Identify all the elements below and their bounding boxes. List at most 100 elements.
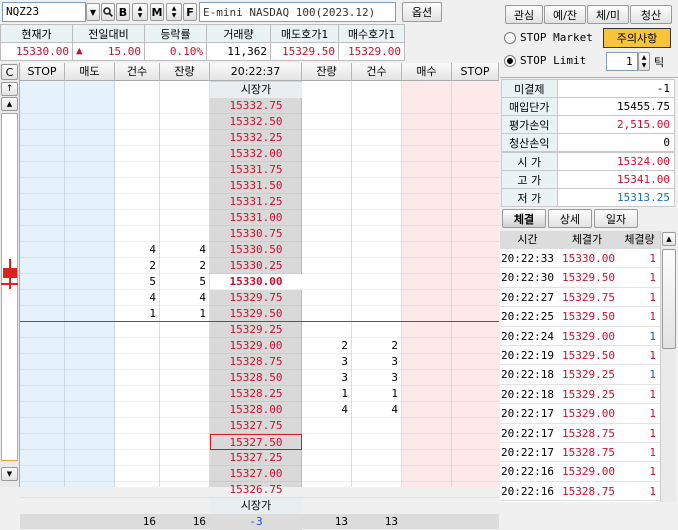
options-button[interactable]: 옵션 xyxy=(402,2,442,22)
ladder-price: 15332.25 xyxy=(229,131,283,144)
bid-qty: 3 xyxy=(341,355,348,368)
ask-count: 1 xyxy=(149,307,156,320)
trade-price: 15330.00 xyxy=(562,252,615,265)
ladder-price: 15331.25 xyxy=(229,195,283,208)
ohl-row: 저 가 15313.25 xyxy=(501,188,676,207)
corner-c-button[interactable]: C xyxy=(1,64,18,80)
m-button[interactable]: M xyxy=(150,3,164,21)
ladder-price-selected: 15327.50 xyxy=(210,434,302,450)
ladder-price: 15331.50 xyxy=(229,179,283,192)
ladder-price: 15327.75 xyxy=(229,419,283,432)
trade-row: 20:22:17 15328.75 1 xyxy=(500,443,660,463)
total-net: -3 xyxy=(210,514,302,530)
bid-count: 3 xyxy=(391,355,398,368)
total-ask-count: 16 xyxy=(142,515,156,528)
up-triangle-icon: ▲ xyxy=(76,44,83,57)
trade-qty: 1 xyxy=(649,426,656,440)
trade-qty: 1 xyxy=(649,368,656,382)
trade-tab-detail[interactable]: 상세 xyxy=(548,209,592,228)
current-price: 15330.00 xyxy=(0,42,73,61)
trade-time: 20:22:19 xyxy=(501,348,554,362)
sell-order-column[interactable] xyxy=(65,81,115,487)
trade-tab-fills[interactable]: 체결 xyxy=(502,209,546,228)
ladder-price: 15327.00 xyxy=(229,467,283,480)
stop-buy-column[interactable] xyxy=(452,81,499,487)
stop-limit-label: STOP Limit xyxy=(520,54,587,67)
trade-row: 20:22:16 15329.00 1 xyxy=(500,462,660,482)
header-stop-sell: STOP xyxy=(20,63,65,81)
symbol-input[interactable]: NQZ23 xyxy=(2,2,86,22)
total-ask-qty: 16 xyxy=(192,515,206,528)
ask-count: 2 xyxy=(149,259,156,272)
trade-header-qty: 체결량 xyxy=(619,231,660,249)
trade-time: 20:22:24 xyxy=(501,329,554,343)
trade-time: 20:22:25 xyxy=(501,310,554,324)
ladder-price: 15329.00 xyxy=(229,339,283,352)
ohl-label: 시 가 xyxy=(501,152,558,171)
trade-time: 20:22:17 xyxy=(501,426,554,440)
trade-price: 15329.25 xyxy=(562,368,615,382)
radio-stop-limit[interactable] xyxy=(504,55,516,67)
trade-qty: 1 xyxy=(649,348,656,362)
ladder-scrollbar[interactable]: C ↑ ▲ ▼ xyxy=(0,63,20,487)
search-button[interactable] xyxy=(101,3,115,21)
bid-count: 1 xyxy=(391,387,398,400)
scroll-down-button[interactable]: ▼ xyxy=(1,467,18,481)
stop-sell-column[interactable] xyxy=(20,81,65,487)
bid-count: 4 xyxy=(391,403,398,416)
buy-order-column[interactable] xyxy=(402,81,452,487)
trade-time: 20:22:27 xyxy=(501,290,554,304)
trade-qty: 1 xyxy=(649,407,656,421)
scroll-top-button[interactable]: ▲ xyxy=(1,97,18,111)
trade-row: 20:22:18 15329.25 1 xyxy=(500,385,660,405)
notice-button[interactable]: 주의사항 xyxy=(603,28,671,48)
trade-header-price: 체결가 xyxy=(555,231,619,249)
market-price-top: 시장가 xyxy=(210,82,302,98)
symbol-dropdown-button[interactable]: ▼ xyxy=(86,3,100,21)
trade-row: 20:22:18 15329.25 1 xyxy=(500,365,660,385)
tab-liquidation[interactable]: 청산 xyxy=(630,5,672,24)
trade-qty: 1 xyxy=(649,445,656,459)
ladder-price: 15329.75 xyxy=(229,291,283,304)
trade-qty: 1 xyxy=(649,290,656,304)
radio-stop-market[interactable] xyxy=(504,32,516,44)
trade-row: 20:22:17 15329.00 1 xyxy=(500,404,660,424)
b-button[interactable]: B xyxy=(116,3,130,21)
ask-qty: 1 xyxy=(199,307,206,320)
ohl-label: 저 가 xyxy=(501,188,558,207)
arrow-up-icon: ↑ xyxy=(5,84,14,94)
account-value: 15455.75 xyxy=(556,97,676,116)
trade-price: 15329.75 xyxy=(562,290,615,304)
trade-scroll-thumb[interactable] xyxy=(662,249,676,349)
tab-deposit[interactable]: 예/잔 xyxy=(544,5,586,24)
tab-fills[interactable]: 체/미 xyxy=(587,5,629,24)
trade-tab-daily[interactable]: 일자 xyxy=(594,209,638,228)
m-spinner[interactable]: ▲ ▼ xyxy=(166,3,182,21)
trade-header-time: 시간 xyxy=(500,231,555,249)
bid-price-1: 15329.00 xyxy=(338,42,405,61)
trade-price: 15329.00 xyxy=(562,329,615,343)
ladder-price: 15330.50 xyxy=(229,243,283,256)
account-label: 매입단가 xyxy=(501,97,558,116)
scroll-up-button[interactable]: ↑ xyxy=(1,82,18,96)
market-price-bottom: 시장가 xyxy=(210,498,302,514)
trade-scroll-up[interactable]: ▲ xyxy=(662,232,676,246)
trade-price: 15329.50 xyxy=(562,271,615,285)
marker-tick xyxy=(1,283,18,285)
tick-spinner[interactable]: ▲ ▼ xyxy=(638,52,650,71)
ohl-label: 고 가 xyxy=(501,170,558,189)
trade-row: 20:22:25 15329.50 1 xyxy=(500,307,660,327)
account-label: 미결제 xyxy=(501,79,558,98)
trade-qty: 1 xyxy=(649,271,656,285)
bid-count: 2 xyxy=(391,339,398,352)
trade-scrollbar[interactable]: ▲ xyxy=(660,231,676,502)
trade-qty: 1 xyxy=(649,484,656,498)
trade-row: 20:22:24 15329.00 1 xyxy=(500,327,660,346)
bid-count: 3 xyxy=(391,371,398,384)
f-button[interactable]: F xyxy=(183,3,197,21)
tick-input[interactable]: 1 xyxy=(606,52,638,71)
updown-arrows-icon: ▲ ▼ xyxy=(641,53,647,69)
tab-watchlist[interactable]: 관심 xyxy=(505,5,543,24)
account-row: 청산손익 0 xyxy=(501,133,676,152)
b-spinner[interactable]: ▲ ▼ xyxy=(132,3,148,21)
